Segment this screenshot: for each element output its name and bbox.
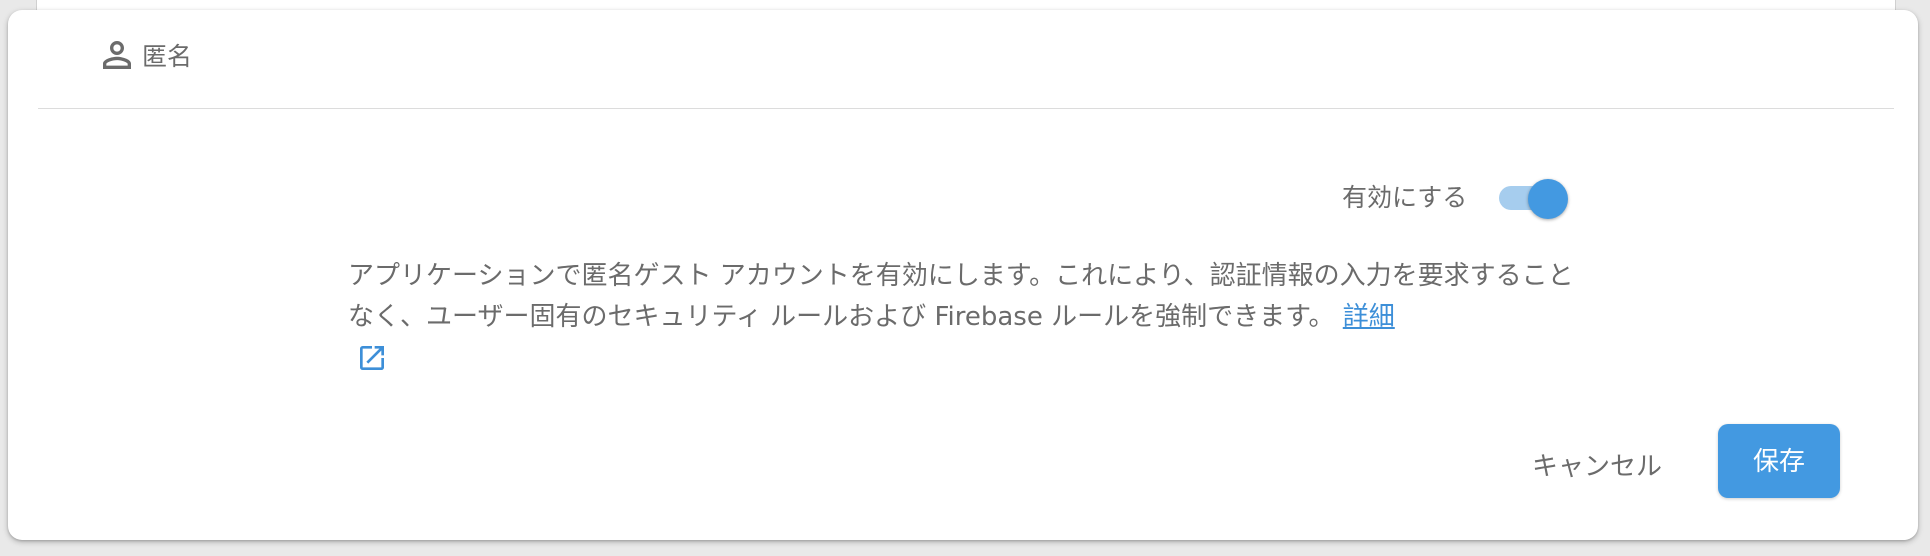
cancel-button[interactable]: キャンセル — [1520, 435, 1674, 499]
enable-row: 有効にする — [1308, 170, 1608, 226]
provider-header: 匿名 — [38, 10, 1894, 109]
person-outline-icon — [96, 34, 138, 76]
provider-title: 匿名 — [142, 42, 193, 71]
enable-toggle[interactable] — [1495, 179, 1568, 219]
save-button[interactable]: 保存 — [1718, 424, 1840, 498]
learn-more-link[interactable]: 詳細 — [1343, 302, 1395, 332]
toggle-thumb — [1528, 179, 1568, 219]
enable-label: 有効にする — [1342, 183, 1468, 212]
open-in-new-icon[interactable] — [356, 342, 388, 374]
anonymous-provider-panel: 匿名 有効にする アプリケーションで匿名ゲスト アカウントを有効にします。これに… — [8, 10, 1918, 540]
provider-description: アプリケーションで匿名ゲスト アカウントを有効にします。これにより、認証情報の入… — [348, 256, 1588, 338]
